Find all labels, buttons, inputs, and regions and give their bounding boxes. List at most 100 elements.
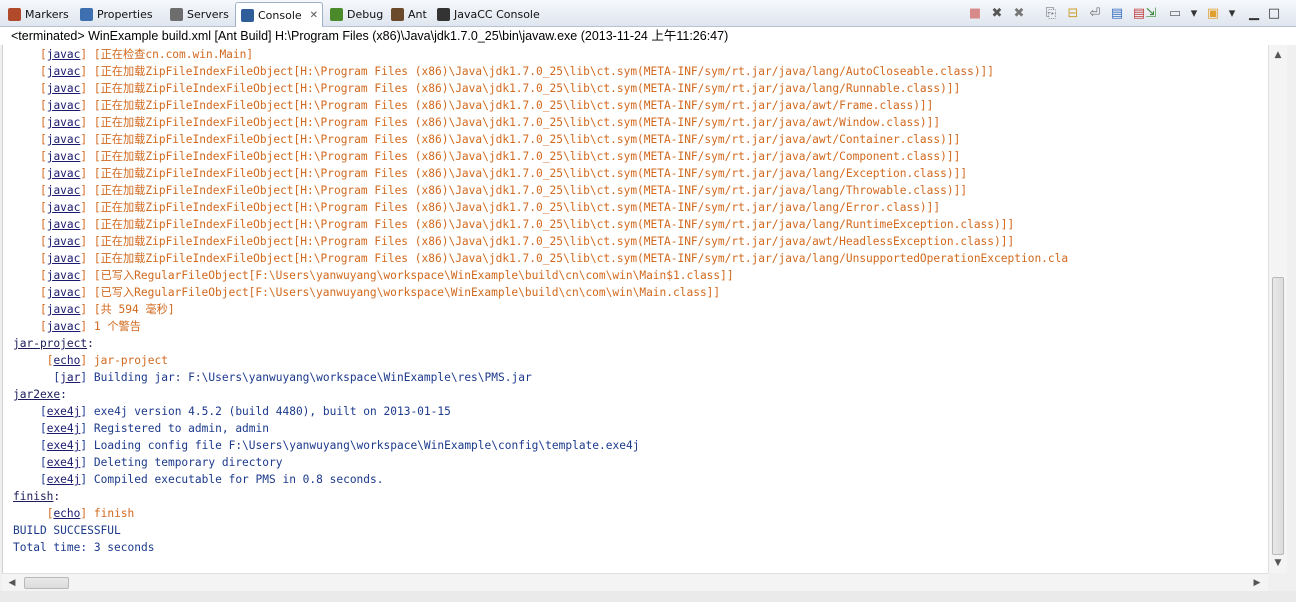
console-line: [javac] [已写入RegularFileObject[F:\Users\y… (13, 267, 734, 284)
console-line: [javac] [正在加载ZipFileIndexFileObject[H:\P… (13, 80, 960, 97)
tab-ant[interactable]: Ant (391, 3, 427, 25)
task-tag[interactable]: javac (47, 235, 81, 248)
launch-info-bar: <terminated> WinExample build.xml [Ant B… (0, 27, 1296, 45)
console-text: [共 594 毫秒] (93, 303, 175, 316)
task-tag[interactable]: javac (47, 218, 81, 231)
clear-console-icon[interactable]: ⎘ (1043, 5, 1059, 21)
task-tag[interactable]: javac (47, 184, 81, 197)
open-console-dropdown-icon[interactable]: ▾ (1224, 5, 1240, 21)
tab-label: Markers (25, 7, 69, 21)
task-tag[interactable]: exe4j (47, 473, 81, 486)
task-tag[interactable]: javac (47, 116, 81, 129)
tab-properties[interactable]: Properties (80, 3, 153, 25)
tab-servers[interactable]: Servers (170, 3, 229, 25)
bracket: ] (80, 320, 94, 333)
task-tag[interactable]: exe4j (47, 456, 81, 469)
display-selected-console-icon[interactable]: ▭ (1167, 5, 1183, 21)
console-line: [javac] [共 594 毫秒] (13, 301, 175, 318)
task-tag[interactable]: javac (47, 65, 81, 78)
scroll-up-icon[interactable]: ▲ (1271, 48, 1285, 62)
bracket: [ (39, 422, 47, 435)
task-tag[interactable]: echo (53, 354, 80, 367)
tab-javacc-console[interactable]: JavaCC Console (437, 3, 540, 25)
bracket: ] (80, 422, 94, 435)
debug-icon (330, 7, 343, 21)
close-icon[interactable]: ✕ (310, 10, 318, 21)
console-output[interactable]: [javac] [正在检查cn.com.win.Main] [javac] [正… (2, 45, 1269, 573)
task-tag[interactable]: jar (60, 371, 80, 384)
bracket: ] (80, 286, 94, 299)
tab-label: Ant (408, 7, 427, 21)
task-tag[interactable]: echo (53, 507, 80, 520)
console-text: [正在加载ZipFileIndexFileObject[H:\Program F… (93, 252, 1069, 265)
bracket: ] (80, 218, 94, 231)
console-text: [正在加载ZipFileIndexFileObject[H:\Program F… (93, 82, 961, 95)
task-tag[interactable]: javac (47, 269, 81, 282)
task-tag[interactable]: exe4j (47, 439, 81, 452)
task-tag[interactable]: javac (47, 320, 81, 333)
task-tag[interactable]: javac (47, 167, 81, 180)
scroll-right-icon[interactable]: ▶ (1250, 576, 1264, 590)
console-line: [javac] [正在加载ZipFileIndexFileObject[H:\P… (13, 250, 1068, 267)
console-text: [正在加载ZipFileIndexFileObject[H:\Program F… (93, 235, 1015, 248)
task-tag[interactable]: javac (47, 150, 81, 163)
open-console-icon[interactable]: ▣ (1205, 5, 1221, 21)
task-tag[interactable]: exe4j (47, 405, 81, 418)
minimize-icon[interactable]: ▁ (1246, 5, 1262, 21)
console-text: [正在加载ZipFileIndexFileObject[H:\Program F… (93, 167, 968, 180)
console-line: [javac] [已写入RegularFileObject[F:\Users\y… (13, 284, 720, 301)
task-tag[interactable]: javac (47, 286, 81, 299)
scroll-left-icon[interactable]: ◀ (5, 576, 19, 590)
console-text: exe4j version 4.5.2 (build 4480), built … (93, 405, 451, 418)
task-tag[interactable]: javac (47, 48, 81, 61)
task-tag[interactable]: javac (47, 303, 81, 316)
horizontal-scroll-thumb[interactable] (24, 577, 69, 589)
bracket: ] (80, 371, 94, 384)
show-on-stdout-icon[interactable]: ▤ (1109, 5, 1125, 21)
bracket: [ (39, 252, 47, 265)
task-tag[interactable]: javac (47, 133, 81, 146)
pin-console-icon[interactable]: ⇲ (1143, 5, 1159, 21)
tab-label: Properties (97, 7, 153, 21)
console-text: [正在加载ZipFileIndexFileObject[H:\Program F… (93, 116, 941, 129)
console-text: [正在检查cn.com.win.Main] (93, 48, 254, 61)
bracket: ] (80, 65, 94, 78)
markers-icon (8, 7, 21, 21)
tab-debug[interactable]: Debug (330, 3, 383, 25)
bracket: ] (80, 354, 94, 367)
target-colon: : (60, 388, 67, 401)
terminate-icon[interactable]: ■ (967, 5, 983, 21)
bracket: ] (80, 184, 94, 197)
task-tag[interactable]: javac (47, 252, 81, 265)
bracket: [ (39, 184, 47, 197)
console-text: [正在加载ZipFileIndexFileObject[H:\Program F… (93, 201, 941, 214)
display-selected-dropdown-icon[interactable]: ▾ (1186, 5, 1202, 21)
word-wrap-icon[interactable]: ⏎ (1087, 5, 1103, 21)
task-tag[interactable]: javac (47, 82, 81, 95)
console-text: Total time: 3 seconds (13, 541, 155, 554)
console-text: [正在加载ZipFileIndexFileObject[H:\Program F… (93, 65, 995, 78)
remove-all-terminated-icon[interactable]: ✖ (1011, 5, 1027, 21)
maximize-icon[interactable]: □ (1266, 5, 1282, 21)
bracket: ] (80, 235, 94, 248)
console-line: [javac] [正在加载ZipFileIndexFileObject[H:\P… (13, 216, 1014, 233)
tab-markers[interactable]: Markers (8, 3, 69, 25)
tab-label: Debug (347, 7, 384, 21)
task-tag[interactable]: exe4j (47, 422, 81, 435)
vertical-scroll-thumb[interactable] (1272, 277, 1284, 555)
scroll-down-icon[interactable]: ▼ (1271, 556, 1285, 570)
scroll-lock-icon[interactable]: ⊟ (1065, 5, 1081, 21)
tab-console[interactable]: Console ✕ (235, 2, 324, 27)
bracket: [ (39, 303, 47, 316)
task-tag[interactable]: javac (47, 99, 81, 112)
horizontal-scrollbar[interactable]: ◀ ▶ (2, 573, 1268, 592)
vertical-scrollbar[interactable]: ▲ ▼ (1268, 45, 1287, 573)
remove-launch-icon[interactable]: ✖ (989, 5, 1005, 21)
task-tag[interactable]: javac (47, 201, 81, 214)
